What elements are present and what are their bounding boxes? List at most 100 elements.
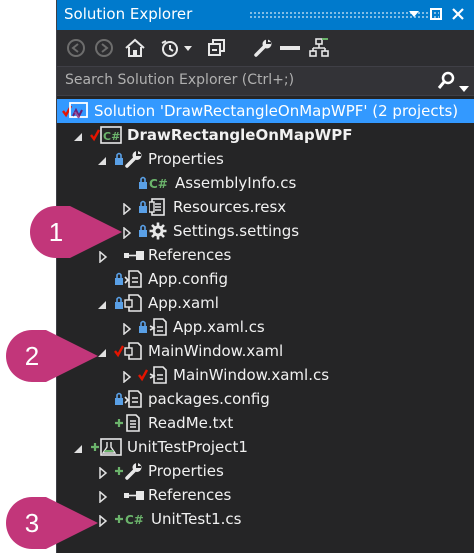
code-behind-file-icon: [149, 366, 167, 384]
expanded-arrow-icon[interactable]: [73, 129, 85, 141]
test-project-icon: [100, 438, 122, 456]
tree-item-mainwindowcs[interactable]: MainWindow.xaml.cs: [57, 363, 474, 387]
expanded-arrow-icon[interactable]: [97, 153, 109, 165]
wrench-icon: [124, 462, 142, 480]
tree-item-label: App.xaml: [148, 294, 219, 312]
back-icon[interactable]: [65, 36, 87, 60]
lock-icon: [138, 176, 148, 190]
lock-icon: [138, 320, 148, 334]
title-bar: Solution Explorer: [57, 0, 474, 30]
tree-item-label: ReadMe.txt: [148, 414, 234, 432]
tree-item-label: Settings.settings: [173, 222, 300, 240]
tree-item-properties[interactable]: Properties: [57, 459, 474, 483]
tree-item-label: Properties: [148, 150, 224, 168]
config-file-icon: [124, 390, 142, 408]
callout-marker-1: 1: [30, 206, 122, 258]
collapsed-arrow-icon[interactable]: [97, 465, 109, 480]
tree-item-label: MainWindow.xaml.cs: [173, 366, 330, 384]
callout-number: 2: [24, 340, 40, 371]
tree-item-test-project[interactable]: UnitTestProject1: [57, 435, 474, 459]
forward-icon[interactable]: [93, 36, 115, 60]
collapsed-arrow-icon[interactable]: [121, 369, 133, 384]
maximize-icon[interactable]: [427, 4, 445, 24]
tree-item-label: References: [148, 486, 232, 504]
checked-out-checkmark-icon: [90, 128, 101, 142]
tree-item-references[interactable]: References: [57, 483, 474, 507]
home-icon[interactable]: [123, 36, 147, 60]
lock-icon: [114, 392, 124, 406]
code-behind-file-icon: [149, 318, 167, 336]
tree-item-label: App.xaml.cs: [173, 318, 265, 336]
tree-item-project[interactable]: C# DrawRectangleOnMapWPF: [57, 123, 474, 147]
tree-item-packages[interactable]: packages.config: [57, 387, 474, 411]
view-switch-icon[interactable]: [307, 36, 331, 60]
tree-item-label: Properties: [148, 462, 224, 480]
tree-item-label: Resources.resx: [173, 198, 287, 216]
tree-item-appconfig[interactable]: App.config: [57, 267, 474, 291]
references-icon: [123, 486, 145, 504]
csharp-file-icon: C#: [149, 174, 171, 192]
collapsed-arrow-icon[interactable]: [121, 321, 133, 336]
svg-text:C#: C#: [149, 177, 168, 191]
window-title: Solution Explorer: [64, 5, 193, 23]
lock-icon: [114, 296, 124, 310]
tree-item-label: AssemblyInfo.cs: [175, 174, 297, 192]
solution-explorer-panel: Solution Explorer Search Solution Explor…: [56, 0, 474, 553]
tree-item-label: Solution 'DrawRectangleOnMapWPF' (2 proj…: [94, 102, 459, 120]
search-options-dropdown-icon[interactable]: [459, 77, 469, 96]
xaml-file-icon: [124, 294, 142, 312]
text-file-icon: [124, 414, 142, 432]
svg-text:C#: C#: [103, 130, 120, 143]
tree-item-appxaml[interactable]: App.xaml: [57, 291, 474, 315]
properties-wrench-icon[interactable]: [251, 36, 275, 60]
history-icon[interactable]: [159, 36, 201, 60]
checked-out-checkmark-icon: [114, 344, 125, 358]
resource-file-icon: [148, 198, 167, 216]
tree-item-readme[interactable]: ReadMe.txt: [57, 411, 474, 435]
tree-item-appxamlcs[interactable]: App.xaml.cs: [57, 315, 474, 339]
csharp-file-icon: C#: [125, 510, 147, 528]
callout-marker-2: 2: [6, 330, 98, 382]
search-box[interactable]: Search Solution Explorer (Ctrl+;): [57, 66, 474, 96]
expanded-arrow-icon[interactable]: [73, 441, 85, 453]
lock-icon: [138, 200, 148, 214]
tree-item-solution[interactable]: Solution 'DrawRectangleOnMapWPF' (2 proj…: [57, 99, 474, 123]
tree-item-label: App.config: [148, 270, 228, 288]
tree-item-label: References: [148, 246, 232, 264]
xaml-file-icon: [124, 342, 142, 360]
tree-item-label: UnitTestProject1: [127, 438, 248, 456]
lock-icon: [114, 152, 124, 166]
lock-icon: [138, 224, 148, 238]
tree-item-label: packages.config: [148, 390, 270, 408]
search-icon[interactable]: [437, 71, 455, 95]
dropdown-icon[interactable]: [405, 4, 423, 24]
pending-add-plus-icon: [114, 416, 124, 430]
pending-add-plus-icon: [90, 440, 100, 454]
svg-text:C#: C#: [125, 513, 144, 527]
tree-item-label: MainWindow.xaml: [148, 342, 284, 360]
tree-item-label: UnitTest1.cs: [151, 510, 242, 528]
gear-icon: [149, 222, 167, 240]
pending-add-plus-icon: [114, 464, 124, 478]
toolbar: [57, 30, 474, 66]
callout-number: 1: [48, 216, 64, 247]
tree-item-properties[interactable]: Properties: [57, 147, 474, 171]
lock-icon: [114, 272, 124, 286]
checked-out-checkmark-icon: [138, 368, 149, 382]
callout-number: 3: [24, 507, 40, 538]
visual-studio-solution-icon: [67, 102, 89, 120]
minus-icon[interactable]: [277, 36, 303, 60]
tree-item-label: DrawRectangleOnMapWPF: [127, 126, 353, 144]
callout-marker-3: 3: [6, 497, 98, 549]
tree-item-mainwindow[interactable]: MainWindow.xaml: [57, 339, 474, 363]
close-icon[interactable]: [449, 4, 467, 24]
config-file-icon: [124, 270, 142, 288]
pending-add-plus-icon: [114, 512, 124, 526]
collapse-all-icon[interactable]: [205, 36, 229, 60]
csharp-project-icon: C#: [100, 126, 122, 144]
tree-item-unittest[interactable]: C# UnitTest1.cs: [57, 507, 474, 531]
wrench-icon: [124, 150, 142, 168]
tree-item-assemblyinfo[interactable]: C# AssemblyInfo.cs: [57, 171, 474, 195]
expanded-arrow-icon[interactable]: [97, 297, 109, 309]
search-input[interactable]: Search Solution Explorer (Ctrl+;): [65, 72, 294, 88]
